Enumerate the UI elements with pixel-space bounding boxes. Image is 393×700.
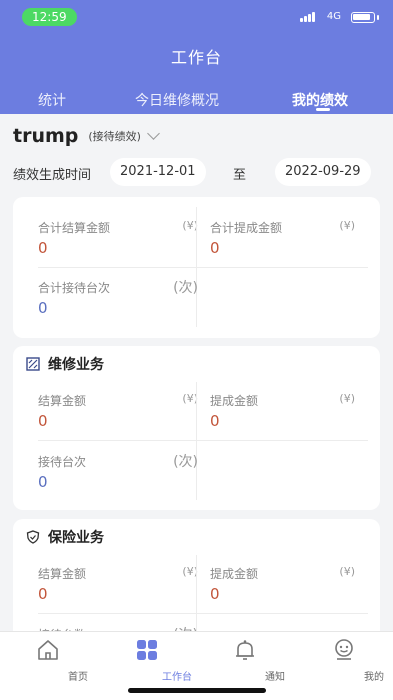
nav-home-label: 首页 bbox=[68, 672, 88, 683]
start-date-picker[interactable]: 2021-12-01 bbox=[110, 158, 206, 186]
divider bbox=[38, 613, 368, 614]
status-bar: 12:59 4G bbox=[0, 6, 393, 28]
repair-commission-unit: (¥) bbox=[339, 392, 355, 405]
tab-today-repair[interactable]: 今日维修概况 bbox=[135, 90, 219, 110]
summary-settle-label: 合计结算金额 bbox=[38, 221, 111, 235]
tab-bar: 统计 今日维修概况 我的绩效 bbox=[0, 90, 393, 112]
divider bbox=[38, 267, 368, 268]
battery-tip bbox=[377, 15, 379, 20]
date-separator: 至 bbox=[233, 168, 247, 183]
date-range: 绩效生成时间 2021-12-01 至 2022-09-29 bbox=[13, 158, 383, 186]
repair-settle-label: 结算金额 bbox=[38, 394, 87, 408]
summary-commission-unit: (¥) bbox=[339, 219, 355, 232]
divider bbox=[196, 382, 197, 500]
repair-commission-label: 提成金额 bbox=[210, 394, 259, 408]
shield-icon bbox=[26, 530, 40, 544]
repair-count-unit: (次) bbox=[173, 454, 198, 470]
signal-icon bbox=[300, 12, 315, 22]
summary-card: 合计结算金额 (¥) 0 合计提成金额 (¥) 0 合计接待台次 (次) 0 bbox=[13, 197, 380, 338]
insurance-card-title: 保险业务 bbox=[26, 527, 104, 547]
nav-profile-label: 我的 bbox=[364, 672, 384, 683]
repair-count-label: 接待台次 bbox=[38, 455, 87, 469]
repair-settle-value: 0 bbox=[38, 412, 48, 430]
tab-statistics[interactable]: 统计 bbox=[38, 90, 66, 110]
end-date-picker[interactable]: 2022-09-29 bbox=[275, 158, 371, 186]
date-range-label: 绩效生成时间 bbox=[13, 168, 92, 183]
repair-count-value: 0 bbox=[38, 473, 48, 491]
summary-commission-label: 合计提成金额 bbox=[210, 221, 283, 235]
user-subtitle: (接待绩效) bbox=[88, 130, 141, 143]
insurance-title-text: 保险业务 bbox=[48, 530, 104, 546]
tab-my-performance[interactable]: 我的绩效 bbox=[292, 90, 348, 110]
page-title: 工作台 bbox=[170, 48, 222, 67]
summary-count-unit: (次) bbox=[173, 280, 198, 296]
repair-icon bbox=[26, 357, 40, 371]
status-time: 12:59 bbox=[22, 8, 77, 26]
nav-workbench-label: 工作台 bbox=[162, 672, 192, 683]
home-indicator bbox=[128, 688, 266, 693]
home-icon bbox=[38, 640, 58, 660]
battery-icon bbox=[351, 12, 375, 23]
insurance-commission-unit: (¥) bbox=[339, 565, 355, 578]
user-name: trump bbox=[13, 125, 79, 147]
insurance-commission-label: 提成金额 bbox=[210, 567, 259, 581]
nav-notifications-label: 通知 bbox=[265, 672, 285, 683]
chevron-down-icon[interactable] bbox=[147, 127, 160, 140]
summary-commission-value: 0 bbox=[210, 239, 220, 257]
profile-icon bbox=[335, 639, 353, 660]
bell-icon bbox=[236, 640, 254, 660]
summary-count-value: 0 bbox=[38, 299, 48, 317]
workbench-icon bbox=[137, 640, 157, 660]
insurance-settle-value: 0 bbox=[38, 585, 48, 603]
repair-title-text: 维修业务 bbox=[48, 357, 104, 373]
repair-card: 维修业务 结算金额 (¥) 0 提成金额 (¥) 0 接待台次 (次) 0 bbox=[13, 346, 380, 510]
app-header: 12:59 4G 工作台 统计 今日维修概况 我的绩效 bbox=[0, 0, 393, 114]
network-type: 4G bbox=[326, 11, 341, 22]
summary-count-label: 合计接待台次 bbox=[38, 281, 111, 295]
divider bbox=[38, 440, 368, 441]
repair-card-title: 维修业务 bbox=[26, 354, 104, 374]
summary-settle-value: 0 bbox=[38, 239, 48, 257]
repair-commission-value: 0 bbox=[210, 412, 220, 430]
insurance-commission-value: 0 bbox=[210, 585, 220, 603]
insurance-settle-label: 结算金额 bbox=[38, 567, 87, 581]
active-tab-indicator bbox=[316, 108, 330, 111]
user-selector[interactable]: trump (接待绩效) bbox=[13, 124, 160, 148]
